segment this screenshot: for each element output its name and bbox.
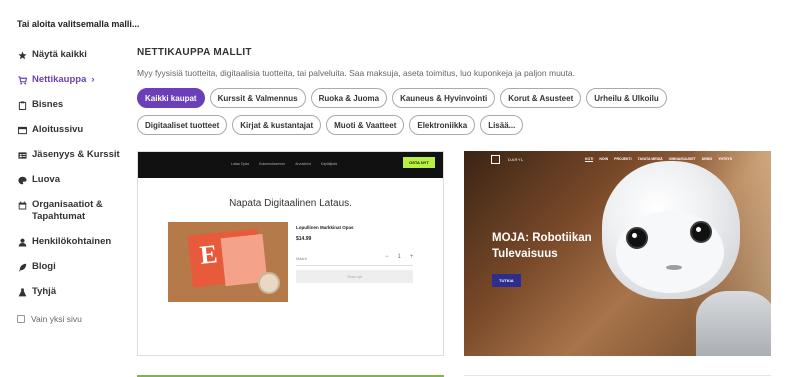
preview-cart-button: Tilaa nyt bbox=[296, 270, 413, 283]
sidebar-item-label: Tyhjä bbox=[32, 286, 57, 297]
robot-eye-left bbox=[626, 227, 648, 249]
chip-food[interactable]: Ruoka & Juoma bbox=[310, 88, 388, 108]
sidebar-item-label: Jäsenyys & Kurssit bbox=[32, 149, 120, 160]
preview-nav-link: NOIN bbox=[599, 157, 609, 161]
chip-electronics[interactable]: Elektroniikka bbox=[409, 115, 476, 135]
section-title: NETTIKAUPPA MALLIT bbox=[137, 47, 252, 58]
chip-beauty[interactable]: Kauneus & Hyvinvointi bbox=[392, 88, 496, 108]
preview-nav-link: Kokemuksemme bbox=[259, 162, 286, 166]
robot-eye-right bbox=[690, 221, 712, 243]
chip-sports[interactable]: Urheilu & Ulkoilu bbox=[586, 88, 667, 108]
divider bbox=[296, 265, 413, 266]
brand-logo-icon bbox=[491, 155, 500, 164]
preview-nav-links: Lataa Opas Kokemuksemme Arvostelut Käytt… bbox=[231, 162, 347, 166]
preview-nav-link: PROJEKTI bbox=[614, 157, 632, 161]
sidebar-item-membership[interactable]: Jäsenyys & Kurssit bbox=[17, 149, 129, 161]
robot-body bbox=[696, 291, 771, 356]
preview-nav-link: YHTEYS bbox=[718, 157, 733, 161]
next-card-edge bbox=[464, 375, 771, 376]
sidebar-item-label: Henkilökohtainen bbox=[32, 236, 112, 247]
flask-icon bbox=[17, 286, 27, 298]
preview-nav-link: Käyttäjistä bbox=[320, 162, 337, 166]
sidebar-item-personal[interactable]: Henkilökohtainen bbox=[17, 236, 129, 248]
preview-hero-title: MOJA: Robotiikan Tulevaisuus bbox=[492, 232, 592, 260]
filter-chips: Kaikki kaupat Kurssit & Valmennus Ruoka … bbox=[137, 88, 737, 142]
product-price: $14.99 bbox=[296, 236, 312, 242]
preview-nav-link: KOTI bbox=[585, 157, 594, 162]
template-card-digital-download[interactable]: Lataa Opas Kokemuksemme Arvostelut Käytt… bbox=[137, 151, 444, 356]
id-card-icon bbox=[17, 149, 27, 161]
sidebar-item-label: Näytä kaikki bbox=[32, 49, 87, 60]
preview-buy-button: OSTA NYT bbox=[403, 157, 435, 168]
preview-heading: Napata Digitaalinen Lataus. bbox=[229, 198, 352, 209]
quantity-value: 1 bbox=[397, 254, 401, 260]
sidebar-item-label: Blogi bbox=[32, 261, 56, 272]
preview-nav-link: TAVATA MEIDÄ bbox=[637, 157, 663, 161]
preview-explore-button: TUTKIA bbox=[492, 274, 521, 287]
calendar-icon bbox=[17, 199, 27, 211]
preview-nav-links: KOTI NOIN PROJEKTI TAVATA MEIDÄ OMINAISU… bbox=[585, 157, 738, 162]
cart-icon bbox=[17, 74, 27, 86]
quantity-label: Määrä bbox=[296, 257, 307, 261]
chip-more[interactable]: Lisää... bbox=[480, 115, 524, 135]
page-heading: Tai aloita valitsemalla malli... bbox=[17, 19, 140, 29]
category-sidebar: Näytä kaikki Nettikauppa › Bisnes Aloitu… bbox=[17, 49, 129, 324]
sidebar-item-blog[interactable]: Blogi bbox=[17, 261, 129, 273]
single-page-checkbox[interactable] bbox=[17, 315, 25, 323]
sidebar-item-label: Bisnes bbox=[32, 99, 64, 110]
preview-navbar: Lataa Opas Kokemuksemme Arvostelut Käytt… bbox=[138, 152, 443, 178]
feather-icon bbox=[17, 261, 27, 273]
template-gallery: NETTIKAUPPA MALLIT Myy fyysisiä tuotteit… bbox=[137, 47, 777, 377]
sidebar-item-label: Nettikauppa bbox=[32, 74, 87, 85]
product-image: E bbox=[168, 222, 288, 302]
single-page-toggle[interactable]: Vain yksi sivu bbox=[17, 314, 129, 324]
minus-icon: − bbox=[385, 254, 389, 260]
preview-nav-link: OMINAISUUDET bbox=[668, 157, 696, 161]
robot-mouth bbox=[666, 265, 682, 270]
plus-icon: + bbox=[409, 254, 414, 260]
sidebar-item-label: Luova bbox=[32, 174, 60, 185]
chip-digital[interactable]: Digitaaliset tuotteet bbox=[137, 115, 228, 135]
chip-books[interactable]: Kirjat & kustantajat bbox=[232, 115, 322, 135]
chip-courses[interactable]: Kurssit & Valmennus bbox=[209, 88, 306, 108]
sidebar-item-creative[interactable]: Luova bbox=[17, 174, 129, 186]
chip-jewelry[interactable]: Korut & Asusteet bbox=[500, 88, 582, 108]
product-title: Lopullinen Markkinat Opas bbox=[296, 225, 354, 230]
person-icon bbox=[17, 236, 27, 248]
clipboard-icon bbox=[17, 99, 27, 111]
preview-nav-link: Arvostelut bbox=[295, 162, 311, 166]
preview-nav-link: DEMO bbox=[701, 157, 713, 161]
template-card-robotics[interactable]: DARYL KOTI NOIN PROJEKTI TAVATA MEIDÄ OM… bbox=[464, 151, 771, 356]
sidebar-item-landing-page[interactable]: Aloitussivu bbox=[17, 124, 129, 136]
palette-icon bbox=[17, 174, 27, 186]
coffee-cup-shape bbox=[258, 272, 280, 294]
sidebar-item-label: Aloitussivu bbox=[32, 124, 84, 135]
brand-name: DARYL bbox=[508, 157, 524, 162]
chip-fashion[interactable]: Muoti & Vaatteet bbox=[326, 115, 405, 135]
sidebar-item-label: Organisaatiot & Tapahtumat bbox=[32, 199, 103, 222]
sidebar-item-empty[interactable]: Tyhjä bbox=[17, 286, 129, 298]
sidebar-item-ecommerce[interactable]: Nettikauppa › bbox=[17, 74, 129, 86]
browser-icon bbox=[17, 124, 27, 136]
section-description: Myy fyysisiä tuotteita, digitaalisia tuo… bbox=[137, 68, 575, 78]
sidebar-item-business[interactable]: Bisnes bbox=[17, 99, 129, 111]
sidebar-item-organizations[interactable]: Organisaatiot & Tapahtumat bbox=[17, 199, 129, 223]
single-page-label: Vain yksi sivu bbox=[31, 314, 82, 324]
quantity-stepper: − 1 + bbox=[376, 254, 413, 260]
chip-all-stores[interactable]: Kaikki kaupat bbox=[137, 88, 205, 108]
star-icon bbox=[17, 49, 27, 61]
preview-nav-link: Lataa Opas bbox=[231, 162, 250, 166]
sidebar-item-show-all[interactable]: Näytä kaikki bbox=[17, 49, 129, 61]
preview-navbar: DARYL KOTI NOIN PROJEKTI TAVATA MEIDÄ OM… bbox=[464, 151, 771, 169]
chevron-right-icon: › bbox=[91, 74, 95, 85]
book-letter: E bbox=[198, 239, 219, 270]
